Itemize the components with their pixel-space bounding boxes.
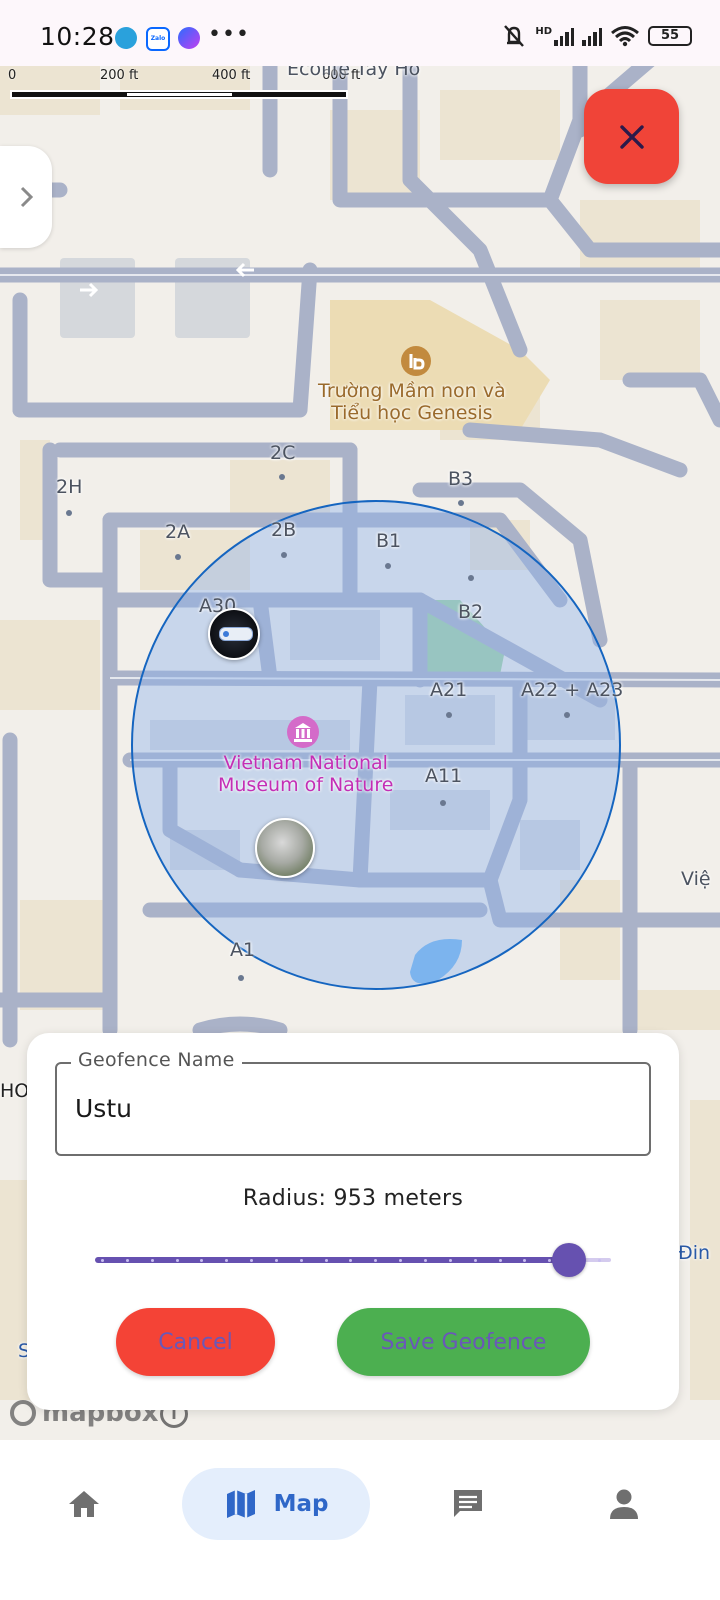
cancel-button[interactable]: Cancel [116,1308,275,1376]
map-dot-a21 [446,712,452,718]
map-label-a11: A11 [425,765,463,787]
slider-tick [250,1258,254,1262]
nav-messages[interactable] [436,1468,500,1540]
radius-slider[interactable] [95,1240,611,1280]
slider-tick [399,1258,403,1262]
wifi-icon [611,26,639,47]
nav-profile[interactable] [592,1468,656,1540]
slider-tick [274,1258,278,1262]
slider-tick [200,1258,204,1262]
device-marker-2[interactable] [255,818,315,878]
network-type-label: HD [535,25,552,37]
slider-tick [324,1258,328,1262]
map-dot-2c [279,474,285,480]
slider-tick [150,1258,154,1262]
map-label-museum[interactable]: Vietnam National Museum of Nature [218,752,393,796]
slider-tick [523,1258,527,1262]
close-icon [619,124,644,149]
slider-thumb[interactable] [552,1243,586,1277]
map-label-2c: 2C [270,442,296,464]
slider-tick [423,1258,427,1262]
map-label-b3: B3 [448,468,474,490]
map-label-school[interactable]: Trường Mầm non và Tiểu học Genesis [318,380,506,424]
geofence-name-input[interactable] [75,1088,635,1128]
person-icon [610,1489,638,1519]
status-indicators: HD 55 [501,24,692,48]
map-label-ho: HO [0,1080,30,1102]
map-label-2b: 2B [271,519,297,541]
map-label-vie: Việ [681,868,711,890]
map-dot-b2 [468,575,474,581]
zalo-icon: Zalo [146,27,170,51]
battery-icon: 55 [648,26,692,46]
messenger-icon [178,27,200,49]
mute-icon [504,25,525,47]
chat-icon [454,1490,482,1517]
slider-tick [175,1258,179,1262]
map-icon [226,1490,255,1518]
device-marker-1[interactable] [208,608,260,660]
close-button[interactable] [584,89,679,184]
map-dot-2b [281,552,287,558]
map-label-2h: 2H [56,476,83,498]
cell-signal-1-icon [554,26,574,46]
nav-home[interactable] [52,1468,116,1540]
geofence-name-field[interactable]: Geofence Name [55,1049,651,1156]
slider-tick [299,1258,303,1262]
map-dot-2h [66,510,72,516]
map-dot-b3 [458,500,464,506]
nav-map[interactable]: Map [182,1468,370,1540]
scale-label-400: 400 ft [212,68,251,83]
map-dot-a11 [440,800,446,806]
slider-tick [597,1258,601,1262]
map-label-a1: A1 [230,939,256,961]
slider-tick [225,1258,229,1262]
school-poi-icon [401,346,431,376]
slider-tick [349,1258,353,1262]
slider-tick [125,1258,129,1262]
save-geofence-button[interactable]: Save Geofence [337,1308,590,1376]
map-dot-a22 [564,712,570,718]
slider-tick [101,1258,104,1262]
cell-signal-2-icon [582,26,602,46]
map-dot-2a [175,554,181,560]
radius-text: Radius: 953 meters [242,1186,464,1211]
map-label-a21: A21 [430,679,468,701]
nav-map-label: Map [273,1491,329,1517]
slider-ticks [101,1258,601,1262]
chevron-right-icon [20,186,34,208]
map-label-b1: B1 [376,530,402,552]
more-notifications-icon: ••• [208,22,250,47]
map-label-2a: 2A [165,521,191,543]
status-bar: 10:28 Zalo ••• HD 55 [0,0,720,66]
mapbox-ring-icon [10,1400,36,1426]
museum-poi-icon [287,716,319,748]
scale-label-200: 200 ft [100,68,139,83]
slider-tick [374,1258,378,1262]
slider-tick [548,1258,552,1262]
map-label-b2: B2 [458,601,484,623]
slider-tick [498,1258,502,1262]
map-dot-b1 [385,563,391,569]
map-dot-a1 [238,975,244,981]
bottom-navigation: Map [0,1440,720,1600]
telegram-icon [115,27,137,49]
home-icon [69,1491,99,1517]
scale-label-0: 0 [8,68,17,83]
status-time: 10:28 [40,22,115,51]
geofence-sheet: Geofence Name Radius: 953 meters Cancel … [27,1033,679,1410]
map-label-a22: A22 + A23 [521,679,624,701]
map-label-dinh: Đin [678,1242,711,1264]
map-scale-bar [10,90,348,99]
slider-tick [448,1258,452,1262]
slider-tick [473,1258,477,1262]
drawer-toggle-button[interactable] [0,146,52,248]
geofence-name-label: Geofence Name [71,1049,242,1071]
